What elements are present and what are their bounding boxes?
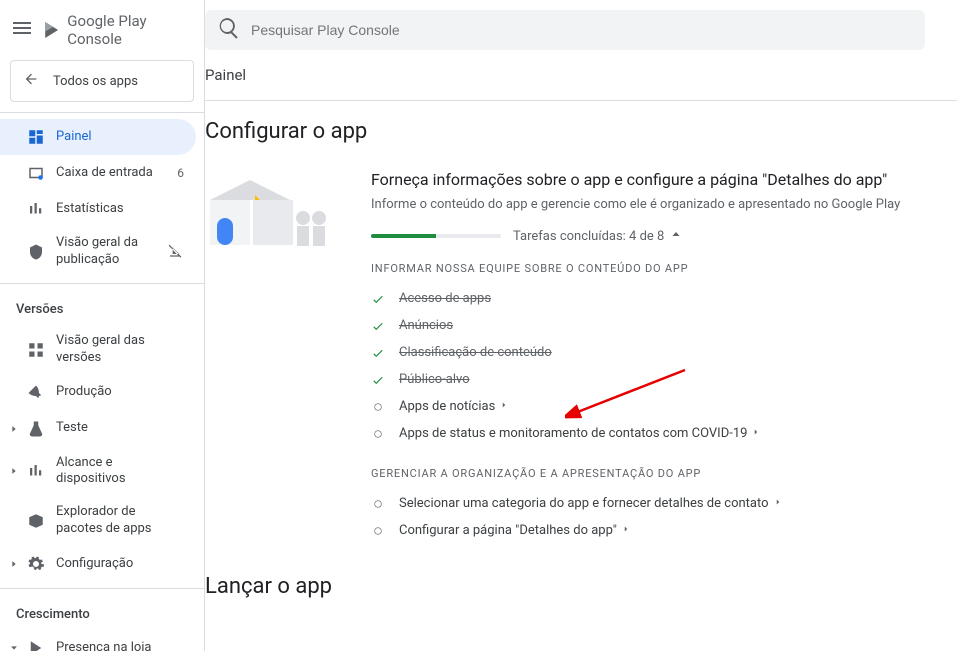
sidebar-item-config[interactable]: Configuração <box>0 546 196 582</box>
sidebar-item-publishing-overview[interactable]: Visão geral da publicação <box>0 227 196 277</box>
task-label: Classificação de conteúdo <box>399 345 552 360</box>
chevron-right-icon <box>8 466 20 476</box>
store-icon <box>26 638 46 651</box>
progress-bar <box>371 234 501 238</box>
sidebar-item-label: Presença na loja <box>56 640 184 651</box>
sidebar-item-production[interactable]: Produção <box>0 375 196 411</box>
sidebar-item-label: Estatísticas <box>56 201 184 218</box>
card-subtitle: Informe o conteúdo do app e gerencie com… <box>371 197 957 212</box>
circle-icon <box>371 427 385 441</box>
task-label: Acesso de apps <box>399 291 491 306</box>
devices-icon <box>26 461 46 481</box>
sidebar-item-reach[interactable]: Alcance e dispositivos <box>0 447 196 497</box>
task-row: Acesso de apps <box>371 285 957 312</box>
gear-icon <box>26 554 46 574</box>
section-heading-setup: Configurar o app <box>205 119 957 144</box>
back-label: Todos os apps <box>53 74 138 89</box>
inbox-badge: 6 <box>177 166 184 180</box>
chevron-down-icon <box>8 643 20 651</box>
task-label: Apps de status e monitoramento de contat… <box>399 426 761 441</box>
circle-icon <box>371 400 385 414</box>
sidebar-item-inbox[interactable]: Caixa de entrada 6 <box>0 155 196 191</box>
stats-icon <box>26 199 46 219</box>
sidebar-item-label: Painel <box>56 129 184 146</box>
chevron-right-icon <box>499 399 509 414</box>
back-all-apps-button[interactable]: Todos os apps <box>10 60 194 102</box>
publishing-icon <box>26 242 46 262</box>
sidebar-item-label: Alcance e dispositivos <box>56 455 184 489</box>
managed-off-icon <box>168 242 184 262</box>
task-label: Apps de notícias <box>399 399 509 414</box>
sidebar-item-label: Explorador de pacotes de apps <box>56 504 184 538</box>
logo[interactable]: Google Play Console <box>42 12 188 48</box>
flask-icon <box>26 419 46 439</box>
inbox-icon <box>26 163 46 183</box>
setup-card: Forneça informações sobre o app e config… <box>205 170 957 544</box>
task-group-title: GERENCIAR A ORGANIZAÇÃO E A APRESENTAÇÃO… <box>371 467 957 480</box>
sidebar-item-label: Configuração <box>56 556 184 573</box>
check-icon <box>371 373 385 387</box>
section-heading-launch: Lançar o app <box>205 574 957 599</box>
dashboard-icon <box>26 127 46 147</box>
sidebar-item-label: Visão geral das versões <box>56 333 184 367</box>
illustration <box>205 170 345 250</box>
bundle-icon <box>26 511 46 531</box>
sidebar-item-store-presence[interactable]: Presença na loja <box>0 630 196 651</box>
task-label: Anúncios <box>399 318 453 333</box>
circle-icon <box>371 497 385 511</box>
progress-text: Tarefas concluídas: 4 de 8 <box>513 228 682 244</box>
rocket-icon <box>26 383 46 403</box>
check-icon <box>371 346 385 360</box>
search-input[interactable] <box>251 22 913 38</box>
versions-icon <box>26 340 46 360</box>
chevron-right-icon <box>8 559 20 569</box>
page-title: Painel <box>205 60 957 101</box>
task-row[interactable]: Apps de notícias <box>371 393 957 420</box>
sidebar-item-painel[interactable]: Painel <box>0 119 196 155</box>
progress-row[interactable]: Tarefas concluídas: 4 de 8 <box>371 228 957 244</box>
task-row[interactable]: Apps de status e monitoramento de contat… <box>371 420 957 447</box>
chevron-up-icon <box>670 228 682 244</box>
chevron-right-icon <box>8 424 20 434</box>
card-title: Forneça informações sobre o app e config… <box>371 170 957 189</box>
sidebar-item-versions-overview[interactable]: Visão geral das versões <box>0 325 196 375</box>
logo-text: Google Play Console <box>67 12 188 48</box>
check-icon <box>371 292 385 306</box>
sidebar-item-label: Teste <box>56 420 184 437</box>
check-icon <box>371 319 385 333</box>
sidebar-item-label: Caixa de entrada <box>56 165 167 182</box>
sidebar-item-bundle-explorer[interactable]: Explorador de pacotes de apps <box>0 496 196 546</box>
sidebar: Google Play Console Todos os apps Painel… <box>0 0 205 651</box>
sidebar-item-label: Produção <box>56 384 184 401</box>
arrow-left-icon <box>23 71 39 91</box>
chevron-right-icon <box>621 523 631 538</box>
sidebar-section-growth: Crescimento <box>0 595 204 630</box>
sidebar-header: Google Play Console <box>0 0 204 60</box>
chevron-right-icon <box>773 496 783 511</box>
circle-icon <box>371 524 385 538</box>
task-label: Público-alvo <box>399 372 470 387</box>
task-group-title: INFORMAR NOSSA EQUIPE SOBRE O CONTEÚDO D… <box>371 262 957 275</box>
task-label: Configurar a página "Detalhes do app" <box>399 523 631 538</box>
task-row: Público-alvo <box>371 366 957 393</box>
sidebar-section-versions: Versões <box>0 290 204 325</box>
chevron-right-icon <box>751 426 761 441</box>
sidebar-item-label: Visão geral da publicação <box>56 235 158 269</box>
search-box[interactable] <box>205 10 925 50</box>
menu-icon[interactable] <box>10 16 34 44</box>
task-row: Anúncios <box>371 312 957 339</box>
task-row[interactable]: Selecionar uma categoria do app e fornec… <box>371 490 957 517</box>
main-content: Painel Configurar o app <box>205 0 977 651</box>
sidebar-item-testing[interactable]: Teste <box>0 411 196 447</box>
task-label: Selecionar uma categoria do app e fornec… <box>399 496 783 511</box>
task-row: Classificação de conteúdo <box>371 339 957 366</box>
task-row[interactable]: Configurar a página "Detalhes do app" <box>371 517 957 544</box>
search-icon <box>217 16 241 44</box>
sidebar-item-stats[interactable]: Estatísticas <box>0 191 196 227</box>
top-bar <box>205 0 977 60</box>
